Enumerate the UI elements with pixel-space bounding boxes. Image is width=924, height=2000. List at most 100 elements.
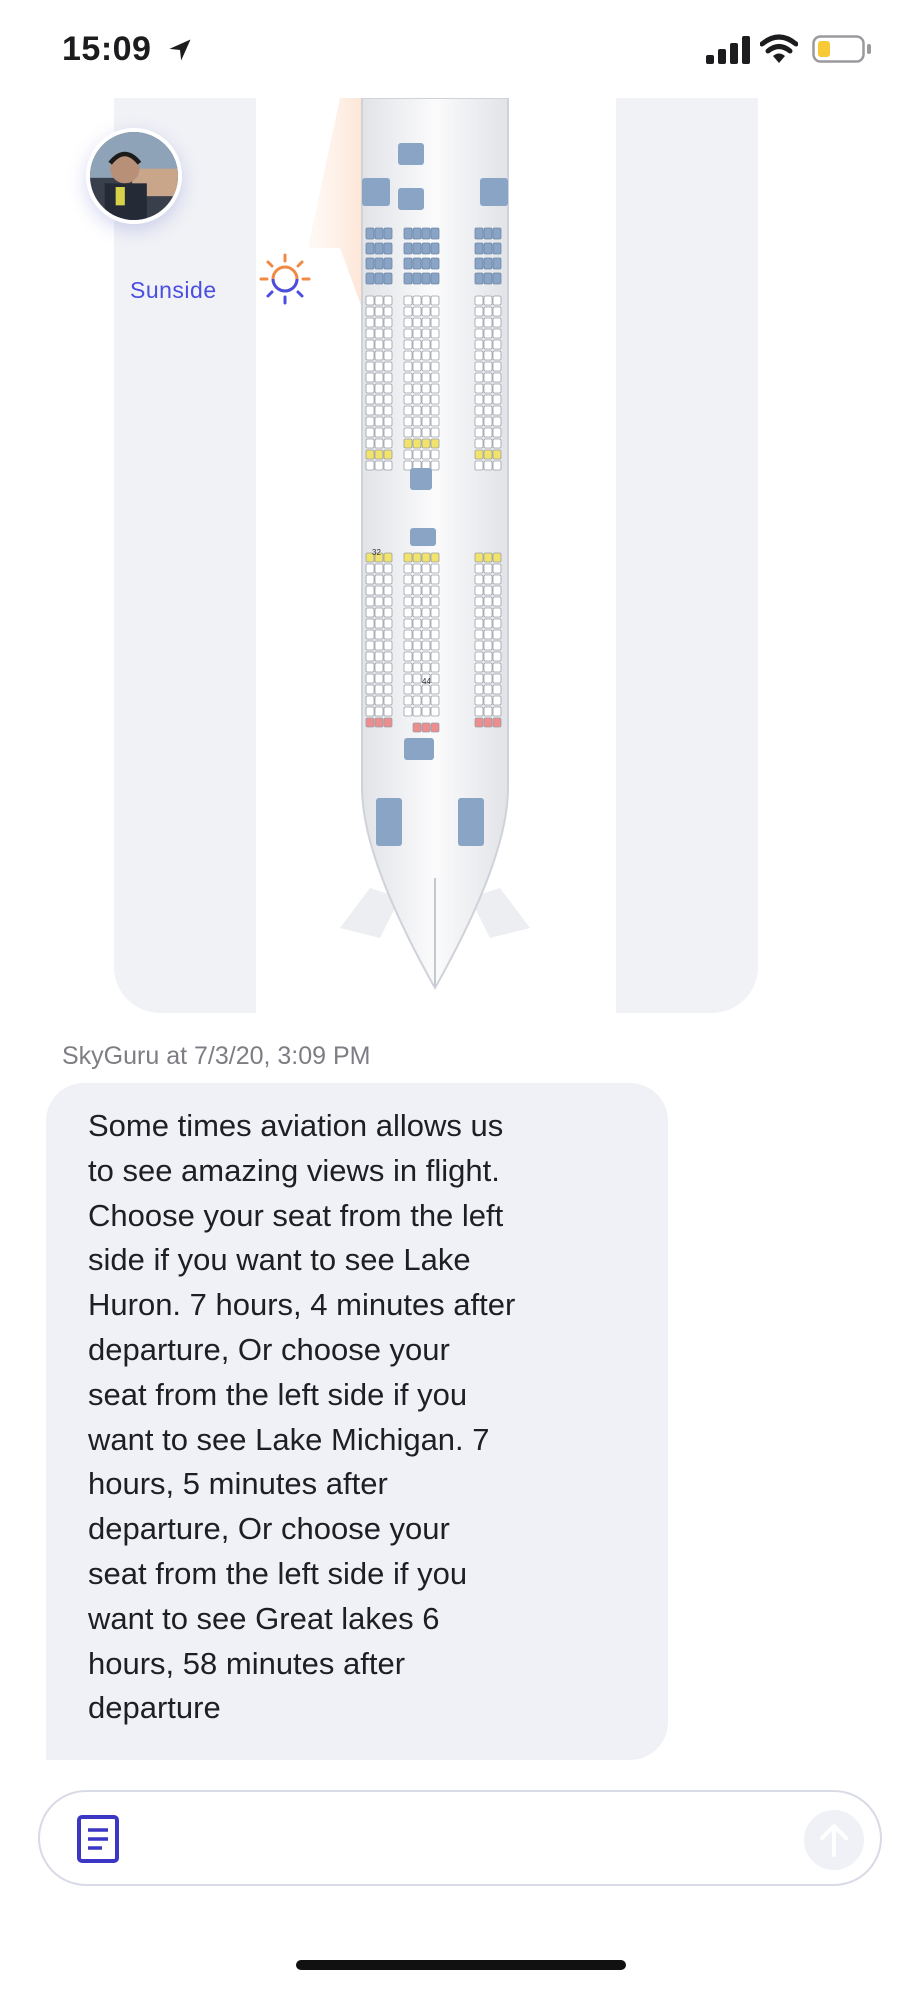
seat[interactable] [365, 596, 375, 607]
seat[interactable] [492, 460, 502, 471]
seat[interactable] [374, 242, 384, 255]
seat[interactable] [483, 405, 493, 416]
seat[interactable] [412, 383, 422, 394]
seat[interactable] [492, 706, 502, 717]
seat[interactable] [383, 227, 393, 240]
seat[interactable] [403, 405, 413, 416]
seat[interactable] [492, 618, 502, 629]
seat[interactable] [474, 574, 484, 585]
seat[interactable] [483, 295, 493, 306]
seat[interactable] [430, 607, 440, 618]
seat[interactable] [492, 350, 502, 361]
seat[interactable] [421, 684, 431, 695]
seat[interactable] [474, 416, 484, 427]
seat[interactable] [421, 227, 431, 240]
seat[interactable] [365, 460, 375, 471]
seat[interactable] [421, 295, 431, 306]
seat[interactable] [421, 552, 431, 563]
seat[interactable] [412, 272, 422, 285]
seat[interactable] [492, 717, 502, 728]
seat[interactable] [474, 350, 484, 361]
seat[interactable] [383, 695, 393, 706]
seat[interactable] [403, 552, 413, 563]
seat[interactable] [383, 563, 393, 574]
seat[interactable] [430, 306, 440, 317]
seat[interactable] [492, 574, 502, 585]
seat[interactable] [383, 706, 393, 717]
seat[interactable] [412, 328, 422, 339]
seat[interactable] [383, 460, 393, 471]
seat[interactable] [474, 662, 484, 673]
seat[interactable] [430, 394, 440, 405]
seat[interactable] [492, 662, 502, 673]
seat[interactable] [365, 306, 375, 317]
seat[interactable] [430, 722, 440, 733]
seat[interactable] [483, 350, 493, 361]
seat[interactable] [365, 227, 375, 240]
seat[interactable] [365, 427, 375, 438]
seat[interactable] [383, 684, 393, 695]
seat[interactable] [374, 706, 384, 717]
seat[interactable] [403, 339, 413, 350]
seat[interactable] [421, 662, 431, 673]
seat[interactable] [365, 257, 375, 270]
seat[interactable] [403, 383, 413, 394]
seat[interactable] [492, 651, 502, 662]
seat[interactable] [403, 361, 413, 372]
seat[interactable] [383, 361, 393, 372]
seat[interactable] [403, 673, 413, 684]
seat[interactable] [483, 394, 493, 405]
seat[interactable] [403, 706, 413, 717]
seat[interactable] [365, 328, 375, 339]
seat[interactable] [492, 405, 502, 416]
seat[interactable] [403, 306, 413, 317]
seat[interactable] [374, 607, 384, 618]
seat[interactable] [374, 449, 384, 460]
seat[interactable] [483, 706, 493, 717]
seat[interactable] [412, 563, 422, 574]
seat[interactable] [412, 662, 422, 673]
seat[interactable] [492, 438, 502, 449]
seat[interactable] [492, 394, 502, 405]
pilot-avatar[interactable] [86, 128, 182, 224]
seat[interactable] [365, 438, 375, 449]
seat[interactable] [421, 272, 431, 285]
seat[interactable] [474, 640, 484, 651]
seat[interactable] [403, 574, 413, 585]
seat[interactable] [474, 449, 484, 460]
seat[interactable] [383, 350, 393, 361]
seat[interactable] [403, 438, 413, 449]
seat[interactable] [430, 640, 440, 651]
seat[interactable] [483, 640, 493, 651]
seat[interactable] [483, 306, 493, 317]
seat[interactable] [412, 361, 422, 372]
seat[interactable] [403, 585, 413, 596]
seat[interactable] [374, 383, 384, 394]
seat[interactable] [403, 629, 413, 640]
seat[interactable] [430, 242, 440, 255]
seat[interactable] [430, 405, 440, 416]
seat[interactable] [374, 563, 384, 574]
seat[interactable] [474, 596, 484, 607]
seat[interactable] [474, 306, 484, 317]
seat[interactable] [365, 662, 375, 673]
seat[interactable] [365, 651, 375, 662]
seat[interactable] [474, 695, 484, 706]
seat[interactable] [412, 574, 422, 585]
seat[interactable] [483, 662, 493, 673]
seat[interactable] [383, 717, 393, 728]
seat[interactable] [374, 405, 384, 416]
message-input[interactable] [38, 1790, 882, 1886]
seat[interactable] [474, 328, 484, 339]
seat[interactable] [412, 651, 422, 662]
seat[interactable] [430, 618, 440, 629]
seat[interactable] [412, 372, 422, 383]
seat[interactable] [492, 629, 502, 640]
seat[interactable] [474, 339, 484, 350]
aircraft-seat-map[interactable]: 44 32 [340, 98, 530, 998]
seat[interactable] [403, 372, 413, 383]
seat[interactable] [421, 317, 431, 328]
seat[interactable] [492, 257, 502, 270]
seat[interactable] [365, 563, 375, 574]
seat[interactable] [421, 640, 431, 651]
